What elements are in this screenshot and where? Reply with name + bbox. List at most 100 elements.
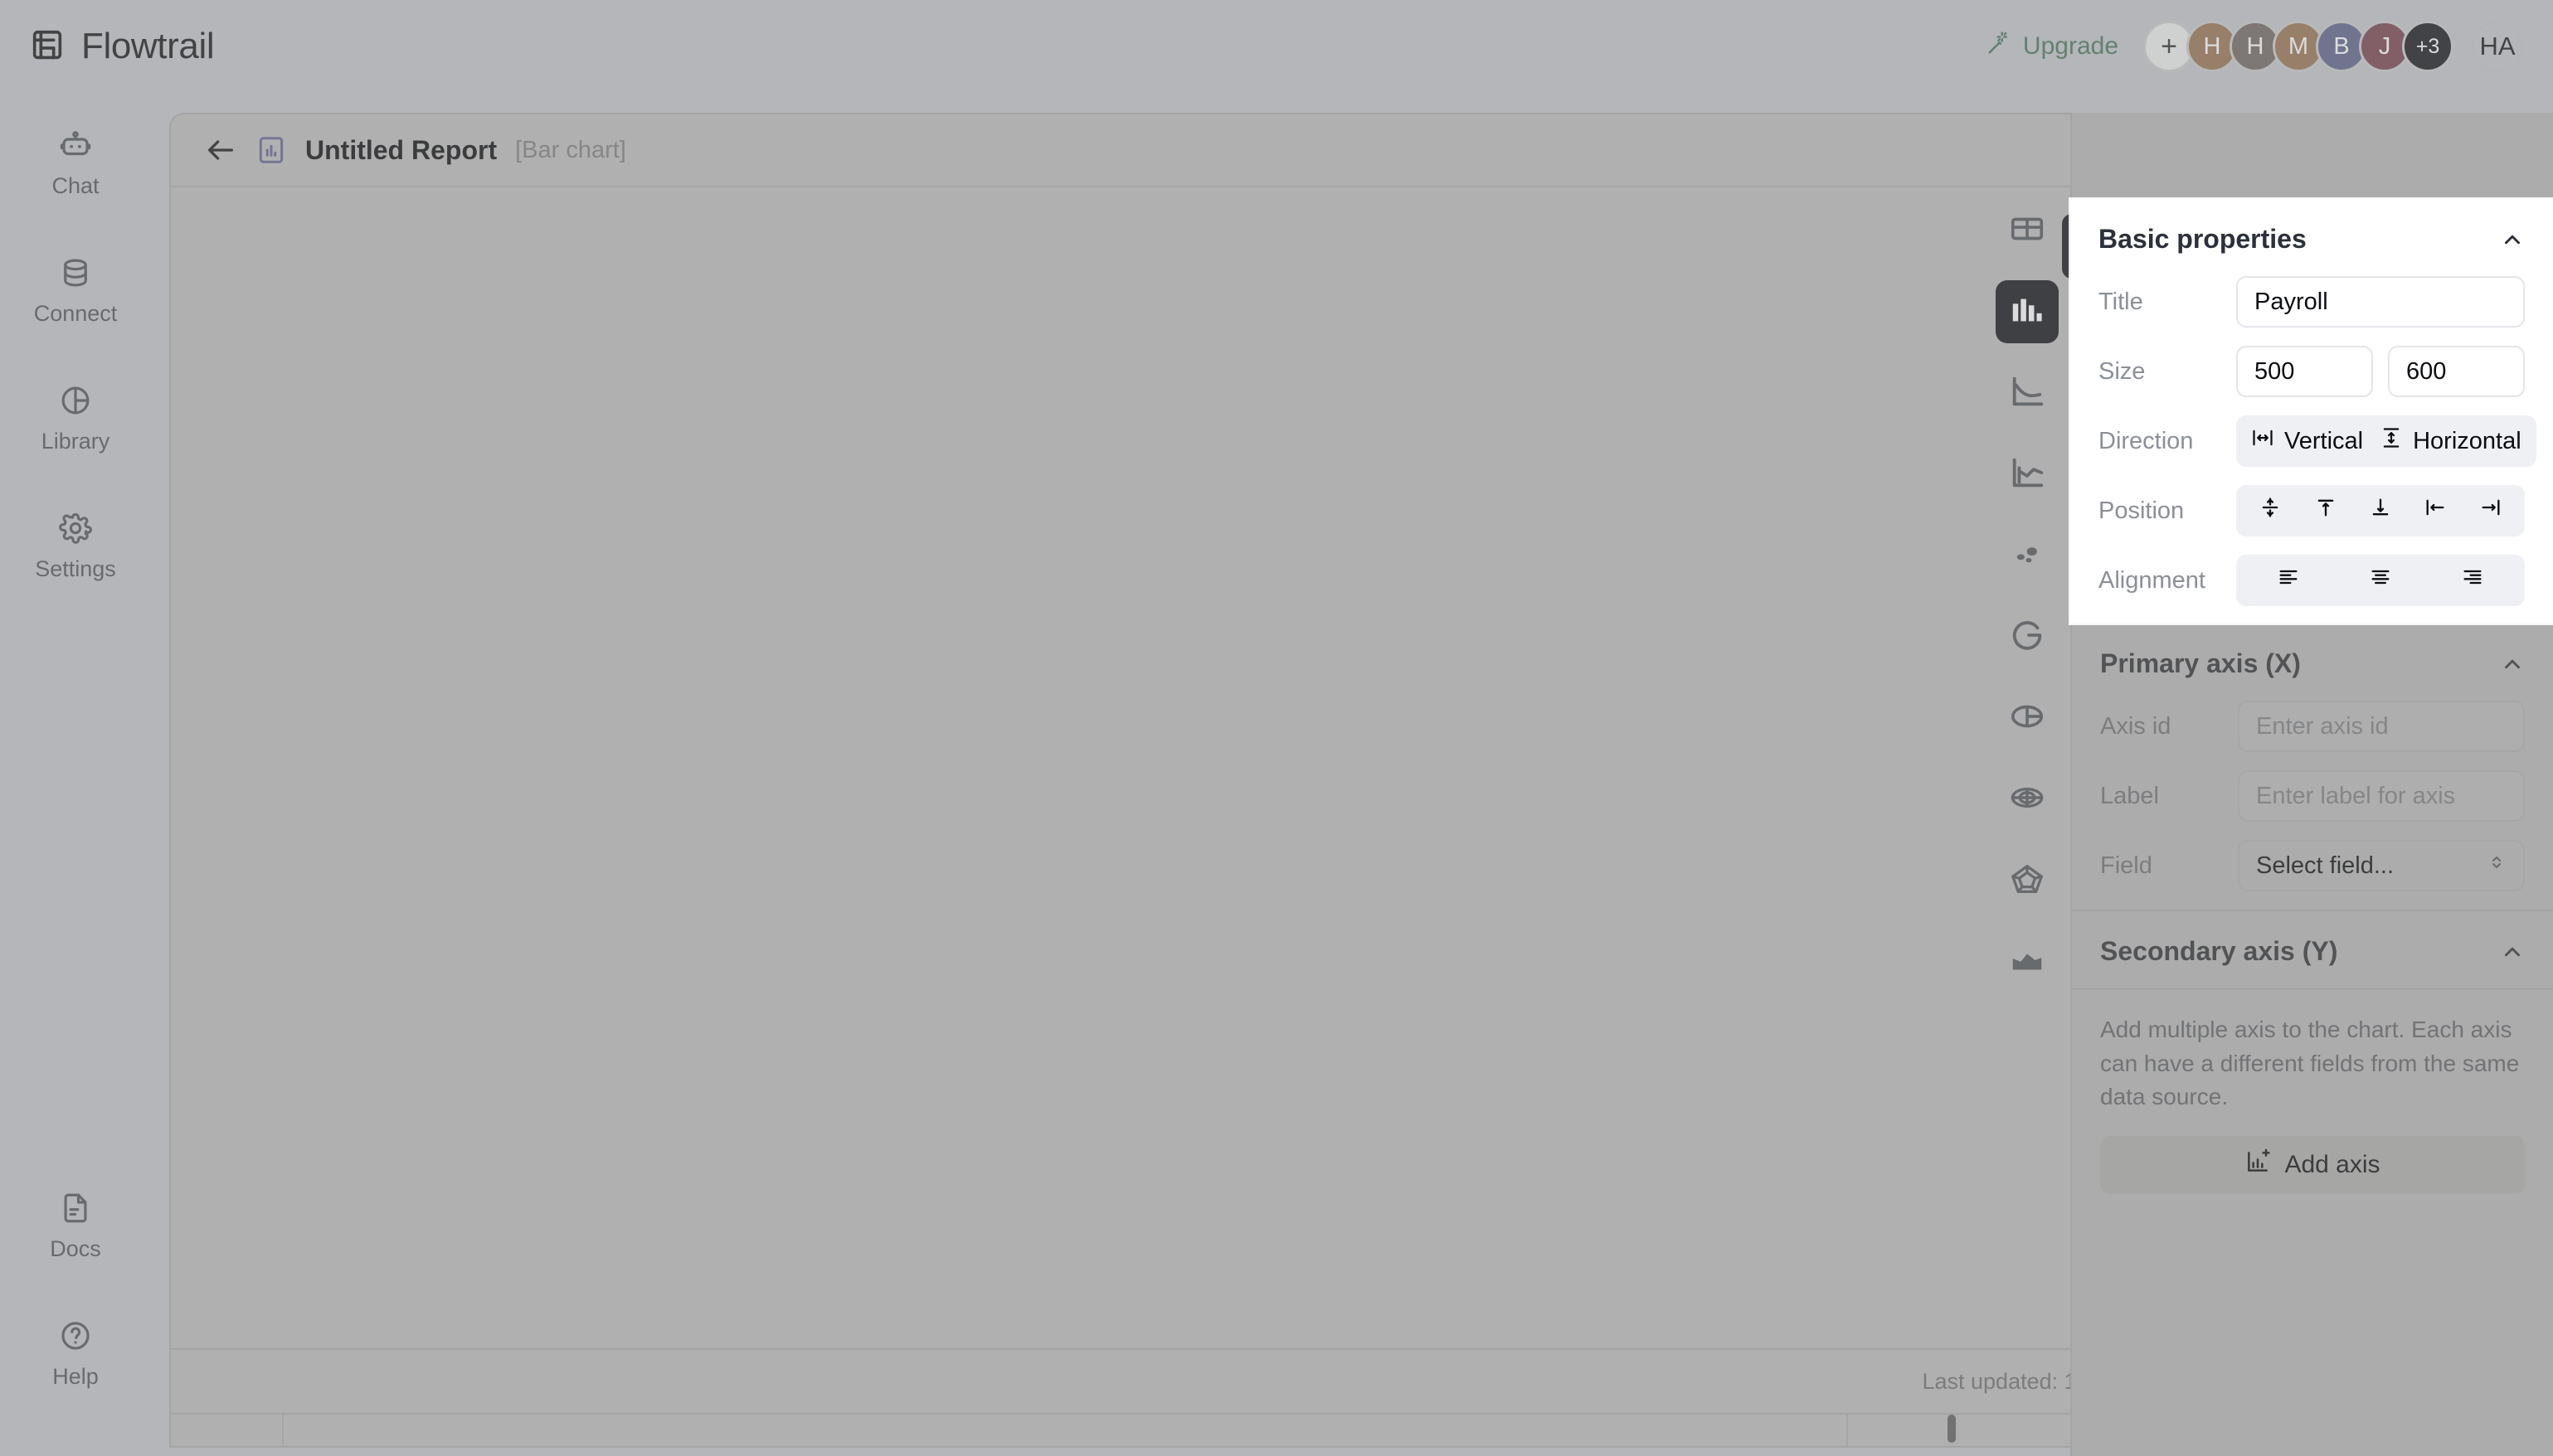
align-middle-icon bbox=[2259, 496, 2282, 526]
scroll-segment bbox=[171, 1415, 284, 1446]
radar-chart-icon bbox=[2008, 860, 2046, 902]
radial-chart-icon bbox=[2008, 779, 2046, 821]
chevron-up-icon[interactable] bbox=[2500, 939, 2525, 964]
direction-horizontal-option[interactable]: Horizontal bbox=[2371, 426, 2530, 456]
direction-vertical-label: Vertical bbox=[2284, 427, 2364, 454]
brand[interactable]: Flowtrail bbox=[28, 26, 215, 67]
chart-type-line[interactable] bbox=[1996, 362, 2059, 425]
database-icon bbox=[58, 255, 93, 294]
chevron-up-icon[interactable] bbox=[2500, 652, 2525, 677]
position-left-option[interactable] bbox=[2415, 496, 2455, 526]
bar-chart-icon bbox=[2008, 291, 2046, 333]
robot-icon bbox=[58, 128, 93, 167]
alignment-left-option[interactable] bbox=[2269, 565, 2308, 595]
secondary-axis-section: Secondary axis (Y) Add multiple axis to … bbox=[2072, 911, 2553, 1194]
position-middle-option[interactable] bbox=[2250, 496, 2290, 526]
sidebar-item-help[interactable]: Help bbox=[22, 1303, 129, 1401]
scatter-chart-icon bbox=[2008, 535, 2046, 577]
top-bar-right: Upgrade + H H M B J +3 HA bbox=[1986, 21, 2523, 72]
primary-axis-section: Primary axis (X) Axis id Enter axis id L… bbox=[2072, 624, 2553, 910]
position-bottom-option[interactable] bbox=[2361, 496, 2400, 526]
alignment-group bbox=[2236, 555, 2525, 606]
chart-type-composed[interactable] bbox=[1996, 443, 2059, 506]
vertical-arrows-icon bbox=[2380, 426, 2403, 456]
basic-properties-header[interactable]: Basic properties bbox=[2070, 199, 2553, 276]
add-axis-button[interactable]: Add axis bbox=[2100, 1135, 2525, 1194]
sidebar-item-connect[interactable]: Connect bbox=[22, 240, 129, 338]
sidebar-item-chat[interactable]: Chat bbox=[22, 113, 129, 211]
text-align-center-icon bbox=[2369, 565, 2392, 595]
left-sidebar: Chat Connect Library Settings Docs Help bbox=[0, 93, 151, 1456]
current-user-avatar[interactable]: HA bbox=[2472, 21, 2523, 72]
chevron-up-icon[interactable] bbox=[2500, 227, 2525, 252]
axis-field-row: Field Select field... bbox=[2072, 840, 2553, 910]
arrow-left-icon[interactable] bbox=[204, 133, 237, 167]
sidebar-item-label: Help bbox=[52, 1364, 99, 1389]
chart-type-area[interactable] bbox=[1996, 930, 2059, 993]
text-align-right-icon bbox=[2461, 565, 2484, 595]
chart-type-radial[interactable] bbox=[1996, 768, 2059, 831]
align-top-icon bbox=[2314, 496, 2337, 526]
chart-type-donut[interactable] bbox=[1996, 605, 2059, 668]
basic-properties-section: Basic properties Title Payroll Size 500 … bbox=[2070, 199, 2553, 624]
text-align-left-icon bbox=[2277, 565, 2300, 595]
avatar-overflow-count[interactable]: +3 bbox=[2402, 21, 2453, 72]
primary-axis-header[interactable]: Primary axis (X) bbox=[2072, 624, 2553, 701]
sidebar-item-label: Settings bbox=[35, 556, 116, 581]
horizontal-arrows-icon bbox=[2251, 426, 2274, 456]
chevron-updown-icon bbox=[2487, 850, 2507, 881]
scroll-segment bbox=[284, 1415, 1848, 1446]
axis-field-value: Select field... bbox=[2256, 852, 2395, 879]
axis-field-select[interactable]: Select field... bbox=[2238, 840, 2525, 891]
sidebar-item-label: Connect bbox=[33, 301, 118, 326]
scrollbar-thumb[interactable] bbox=[1948, 1415, 1956, 1443]
sidebar-item-settings[interactable]: Settings bbox=[22, 496, 129, 594]
chart-type-bar[interactable] bbox=[1996, 280, 2059, 343]
alignment-label: Alignment bbox=[2098, 566, 2205, 594]
add-chart-icon bbox=[2244, 1148, 2271, 1182]
size-height-input[interactable]: 600 bbox=[2388, 346, 2525, 397]
sidebar-item-docs[interactable]: Docs bbox=[22, 1176, 129, 1274]
line-chart-icon bbox=[2008, 372, 2046, 415]
axis-id-row: Axis id Enter axis id bbox=[2072, 701, 2553, 770]
title-input[interactable]: Payroll bbox=[2236, 276, 2525, 328]
secondary-axis-title: Secondary axis (Y) bbox=[2100, 936, 2338, 966]
alignment-center-option[interactable] bbox=[2361, 565, 2400, 595]
magic-wand-icon bbox=[1986, 31, 2011, 62]
axis-label-row: Label Enter label for axis bbox=[2072, 770, 2553, 840]
axis-label-input[interactable]: Enter label for axis bbox=[2238, 770, 2525, 822]
upgrade-button[interactable]: Upgrade bbox=[1986, 31, 2118, 62]
direction-vertical-option[interactable]: Vertical bbox=[2243, 426, 2371, 456]
size-width-input[interactable]: 500 bbox=[2236, 346, 2373, 397]
page-title[interactable]: Untitled Report bbox=[305, 135, 497, 166]
axis-id-input[interactable]: Enter axis id bbox=[2238, 701, 2525, 752]
brand-name: Flowtrail bbox=[81, 26, 215, 66]
secondary-axis-helper: Add multiple axis to the chart. Each axi… bbox=[2100, 1017, 2520, 1110]
bar-chart-icon bbox=[255, 134, 287, 166]
gear-icon bbox=[58, 511, 93, 550]
align-left-icon bbox=[2424, 496, 2447, 526]
top-bar: Flowtrail Upgrade + H H M B J +3 HA bbox=[0, 0, 2553, 93]
chart-type-table[interactable] bbox=[1996, 199, 2059, 262]
sidebar-item-library[interactable]: Library bbox=[22, 368, 129, 466]
size-label: Size bbox=[2098, 357, 2146, 385]
size-row: Size 500 600 bbox=[2070, 346, 2553, 415]
secondary-axis-header[interactable]: Secondary axis (Y) bbox=[2072, 911, 2553, 988]
chart-type-toolbar bbox=[1984, 199, 2070, 993]
title-label: Title bbox=[2098, 288, 2143, 315]
position-right-option[interactable] bbox=[2471, 496, 2511, 526]
chart-type-radar[interactable] bbox=[1996, 849, 2059, 912]
upgrade-label: Upgrade bbox=[2022, 32, 2118, 60]
table-icon bbox=[2008, 210, 2046, 252]
chart-type-pie[interactable] bbox=[1996, 687, 2059, 750]
align-bottom-icon bbox=[2369, 496, 2392, 526]
chart-type-scatter[interactable] bbox=[1996, 524, 2059, 587]
sidebar-item-label: Library bbox=[41, 429, 110, 454]
position-top-option[interactable] bbox=[2306, 496, 2346, 526]
sidebar-item-label: Chat bbox=[51, 173, 100, 198]
axis-id-label: Axis id bbox=[2100, 712, 2171, 740]
donut-chart-icon bbox=[2008, 616, 2046, 658]
direction-group: Vertical Horizontal bbox=[2236, 415, 2536, 467]
axis-label-label: Label bbox=[2100, 782, 2159, 809]
alignment-right-option[interactable] bbox=[2453, 565, 2492, 595]
